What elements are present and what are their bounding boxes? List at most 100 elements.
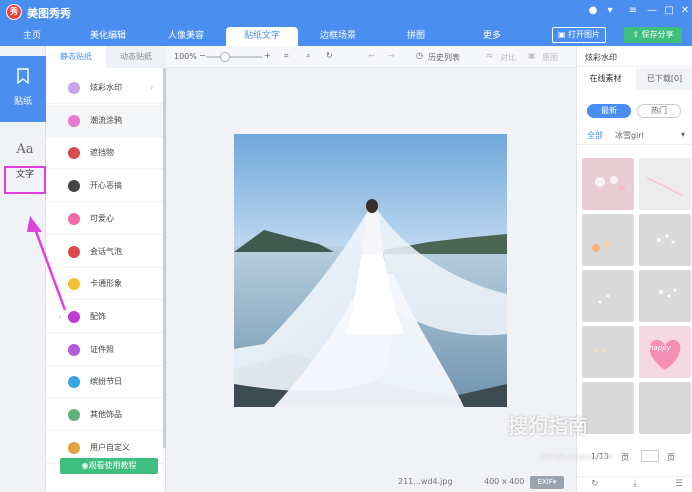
- sticker-thumb[interactable]: [639, 270, 691, 322]
- bookmark-icon: [17, 68, 29, 84]
- redo-icon[interactable]: →: [388, 51, 395, 60]
- tab-portrait[interactable]: 人像美容: [150, 27, 222, 46]
- category-item[interactable]: 遮挡物: [46, 137, 164, 169]
- sticker-thumb[interactable]: [582, 326, 634, 378]
- category-item[interactable]: 其他饰品: [46, 399, 164, 431]
- category-item[interactable]: 开心恶搞: [46, 170, 164, 202]
- category-icon: [68, 246, 80, 258]
- category-label: 开心恶搞: [90, 181, 122, 190]
- sticker-thumb[interactable]: [639, 214, 691, 266]
- category-item[interactable]: 配饰 ›: [46, 301, 164, 333]
- tab-sticker-text[interactable]: 贴纸文字: [226, 27, 298, 46]
- crop-fit-icon[interactable]: ⌗: [284, 51, 289, 61]
- category-item[interactable]: 潮流涂鸦: [46, 105, 164, 137]
- main-nav: 主页 美化编辑 人像美容 贴纸文字 边框场景 拼图 更多 ▣ 打开图片 ⇪ 保存…: [0, 24, 692, 46]
- chevron-down-icon: ▾: [552, 478, 557, 486]
- chat-icon[interactable]: ●: [586, 4, 600, 18]
- rotate-icon[interactable]: ↻: [326, 51, 333, 60]
- sticker-thumb[interactable]: [582, 270, 634, 322]
- save-share-button[interactable]: ⇪ 保存分享: [624, 27, 682, 43]
- category-label: 其他饰品: [90, 410, 122, 419]
- text-icon: Aa: [16, 142, 34, 157]
- category-label: 证件照: [90, 345, 114, 354]
- panel-footer: ↻ ⤓ ☰: [577, 476, 692, 492]
- category-panel: 静态贴纸 动态贴纸 炫彩水印 › 潮流涂鸦遮挡物开心恶搞可爱心会话气泡卡通形象 配饰 ›…: [46, 46, 166, 492]
- zoom-slider-thumb[interactable]: [220, 52, 230, 62]
- status-bar: 211...wd4.jpg 400 x 400 EXIF▾: [166, 474, 576, 492]
- tab-static-sticker[interactable]: 静态贴纸: [46, 46, 106, 68]
- download-icon[interactable]: ⤓: [633, 479, 637, 489]
- undo-icon[interactable]: ←: [368, 51, 375, 60]
- tutorial-button[interactable]: ◉观看使用教程: [60, 458, 158, 474]
- zoom-slider[interactable]: [206, 52, 262, 62]
- category-icon: [68, 278, 80, 290]
- wedding-photo[interactable]: [234, 134, 507, 407]
- filter-ice-snow-girl[interactable]: 冰雪girl: [615, 130, 644, 141]
- watermark-url: zhinan.sogou.com: [540, 452, 613, 461]
- tab-collage[interactable]: 拼图: [380, 27, 452, 46]
- watermark-text: 搜狗指南: [508, 414, 588, 438]
- category-item[interactable]: 炫彩水印 ›: [46, 72, 164, 104]
- category-item[interactable]: 缤纷节日: [46, 366, 164, 398]
- category-label: 炫彩水印: [90, 83, 122, 92]
- menu-icon[interactable]: ≡: [626, 4, 640, 18]
- sticker-thumb[interactable]: happy: [639, 326, 691, 378]
- category-item[interactable]: 卡通形象: [46, 268, 164, 300]
- category-item[interactable]: 证件照: [46, 334, 164, 366]
- save-icon: ⇪: [632, 30, 642, 39]
- go-page-button[interactable]: 页: [667, 452, 675, 463]
- pill-newest[interactable]: 最新: [587, 104, 631, 118]
- sticker-thumb[interactable]: [639, 382, 691, 434]
- open-image-button[interactable]: ▣ 打开图片: [552, 27, 606, 43]
- zoom-in-icon[interactable]: +: [264, 51, 271, 60]
- category-icon: [68, 82, 80, 94]
- tab-border-scene[interactable]: 边框场景: [302, 27, 374, 46]
- zoom-out-icon[interactable]: −: [199, 51, 206, 60]
- sticker-thumb[interactable]: [582, 214, 634, 266]
- tab-dynamic-sticker[interactable]: 动态贴纸: [106, 46, 166, 68]
- sparkle-graphic: [595, 176, 625, 191]
- original-label[interactable]: 原图: [542, 52, 558, 63]
- category-label: 缤纷节日: [90, 377, 122, 386]
- maximize-icon[interactable]: □: [662, 4, 676, 18]
- tab-more[interactable]: 更多: [456, 27, 528, 46]
- tab-beautify[interactable]: 美化编辑: [72, 27, 144, 46]
- category-icon: [68, 442, 80, 454]
- page-suffix: 页: [621, 453, 629, 462]
- category-item[interactable]: 会话气泡: [46, 236, 164, 268]
- thumb-caption: happy: [649, 344, 671, 352]
- sparkle-graphic: [646, 177, 684, 197]
- stack-icon[interactable]: ☰: [675, 479, 683, 489]
- category-label: 遮挡物: [90, 148, 114, 157]
- filter-all[interactable]: 全部: [587, 130, 603, 141]
- sticker-thumb[interactable]: [582, 158, 634, 210]
- sticker-thumb[interactable]: [639, 158, 691, 210]
- category-label: 可爱心: [90, 214, 114, 223]
- category-icon: [68, 344, 80, 356]
- history-label[interactable]: 历史列表: [428, 52, 460, 63]
- compare-label[interactable]: 对比: [500, 52, 516, 63]
- compare-icon[interactable]: ⇋: [486, 51, 493, 60]
- page-input[interactable]: [641, 450, 659, 462]
- wifi-icon[interactable]: ▾: [603, 4, 617, 18]
- tab-home[interactable]: 主页: [4, 27, 60, 46]
- tab-online-material[interactable]: 在线素材: [577, 68, 634, 90]
- chevron-down-icon[interactable]: ▾: [681, 130, 685, 139]
- category-item[interactable]: 可爱心: [46, 203, 164, 235]
- pill-popular[interactable]: 热门: [637, 104, 681, 118]
- divider: [577, 66, 692, 67]
- tab-downloaded[interactable]: 已下载[0]: [636, 68, 692, 90]
- sparkle-graphic: [592, 241, 609, 252]
- rail-sticker[interactable]: 贴纸: [0, 56, 46, 122]
- close-icon[interactable]: ✕: [678, 4, 692, 18]
- exif-button[interactable]: EXIF▾: [530, 476, 564, 489]
- original-icon[interactable]: ▣: [528, 51, 536, 60]
- sticker-thumb[interactable]: [582, 382, 634, 434]
- magnifier-icon[interactable]: ⌕: [306, 51, 310, 61]
- history-icon[interactable]: ◷: [416, 51, 423, 60]
- refresh-icon[interactable]: ↻: [591, 479, 599, 489]
- minimize-icon[interactable]: —: [645, 4, 659, 18]
- sparkle-graphic: [659, 288, 677, 298]
- photo-graphic: [234, 134, 507, 407]
- category-label: 会话气泡: [90, 247, 122, 256]
